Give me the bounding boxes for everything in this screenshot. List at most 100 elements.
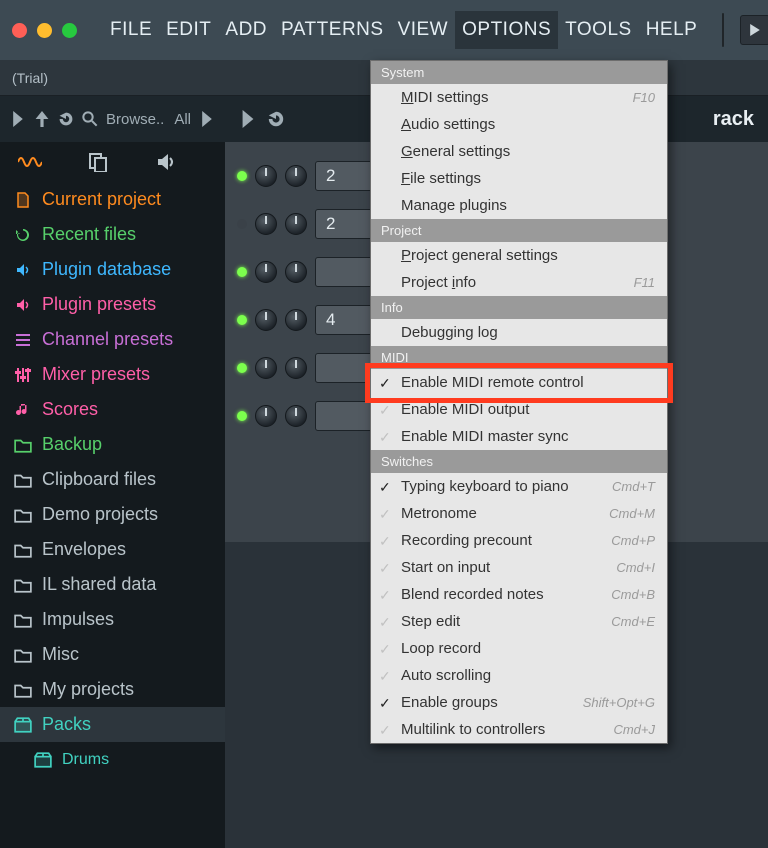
channel-volume-knob[interactable]: [285, 309, 307, 331]
menu-item-midi-settings[interactable]: MIDI settingsF10: [371, 84, 667, 111]
undo-icon[interactable]: [58, 111, 74, 127]
browser-item-demo-projects[interactable]: Demo projects: [0, 497, 225, 532]
menu-item-metronome[interactable]: MetronomeCmd+M: [371, 500, 667, 527]
play-button[interactable]: [740, 15, 768, 45]
browser-item-label: Packs: [42, 714, 91, 735]
channel-enable-led[interactable]: [237, 315, 247, 325]
menu-item-file-settings[interactable]: File settings: [371, 165, 667, 192]
browser-item-drums[interactable]: Drums: [0, 742, 225, 777]
channel-volume-knob[interactable]: [285, 261, 307, 283]
menu-item-enable-midi-remote-control[interactable]: Enable MIDI remote control: [371, 369, 667, 396]
channel-enable-led[interactable]: [237, 267, 247, 277]
browser-item-envelopes[interactable]: Envelopes: [0, 532, 225, 567]
waveform-icon[interactable]: [18, 152, 42, 172]
channel-pan-knob[interactable]: [255, 309, 277, 331]
copy-icon[interactable]: [86, 152, 110, 172]
browser-item-scores[interactable]: Scores: [0, 392, 225, 427]
search-icon[interactable]: [82, 111, 98, 127]
menu-item-blend-recorded-notes[interactable]: Blend recorded notesCmd+B: [371, 581, 667, 608]
browser-item-misc[interactable]: Misc: [0, 637, 225, 672]
browser-item-channel-presets[interactable]: Channel presets: [0, 322, 225, 357]
menu-file[interactable]: FILE: [103, 11, 159, 49]
menu-item-auto-scrolling[interactable]: Auto scrolling: [371, 662, 667, 689]
mode-pat[interactable]: PAT: [723, 14, 724, 30]
window-close-button[interactable]: [12, 23, 27, 38]
menu-item-shortcut: Cmd+P: [611, 533, 655, 548]
browser-item-impulses[interactable]: Impulses: [0, 602, 225, 637]
menu-item-enable-midi-output[interactable]: Enable MIDI output: [371, 396, 667, 423]
menu-item-audio-settings[interactable]: Audio settings: [371, 111, 667, 138]
browser-scope[interactable]: All: [174, 111, 191, 128]
menu-item-start-on-input[interactable]: Start on inputCmd+I: [371, 554, 667, 581]
chevron-right-icon[interactable]: [10, 111, 26, 127]
menu-item-shortcut: F11: [634, 275, 655, 290]
channel-volume-knob[interactable]: [285, 405, 307, 427]
browser-item-plugin-database[interactable]: Plugin database: [0, 252, 225, 287]
channel-pan-knob[interactable]: [255, 357, 277, 379]
browser-item-my-projects[interactable]: My projects: [0, 672, 225, 707]
note-icon: [14, 402, 32, 418]
menu-section-header: System: [371, 61, 667, 84]
channel-enable-led[interactable]: [237, 411, 247, 421]
menu-item-general-settings[interactable]: General settings: [371, 138, 667, 165]
channel-pan-knob[interactable]: [255, 261, 277, 283]
channel-pan-knob[interactable]: [255, 165, 277, 187]
menu-item-enable-midi-master-sync[interactable]: Enable MIDI master sync: [371, 423, 667, 450]
menu-options[interactable]: OPTIONS: [455, 11, 558, 49]
browser-item-packs[interactable]: Packs: [0, 707, 225, 742]
channel-enable-led[interactable]: [237, 363, 247, 373]
trial-label: (Trial): [12, 70, 48, 86]
menu-item-debugging-log[interactable]: Debugging log: [371, 319, 667, 346]
channel-volume-knob[interactable]: [285, 357, 307, 379]
browser-item-current-project[interactable]: Current project: [0, 182, 225, 217]
menu-item-label: Enable MIDI remote control: [401, 374, 584, 391]
channel-enable-led[interactable]: [237, 219, 247, 229]
browser-item-backup[interactable]: Backup: [0, 427, 225, 462]
menu-item-shortcut: Shift+Opt+G: [583, 695, 655, 710]
menu-item-loop-record[interactable]: Loop record: [371, 635, 667, 662]
check-icon: [379, 587, 393, 601]
menu-edit[interactable]: EDIT: [159, 11, 218, 49]
menu-item-label: Loop record: [401, 640, 481, 657]
browser-item-il-shared-data[interactable]: IL shared data: [0, 567, 225, 602]
mode-song[interactable]: SONG: [723, 30, 724, 46]
menu-item-recording-precount[interactable]: Recording precountCmd+P: [371, 527, 667, 554]
menu-tools[interactable]: TOOLS: [558, 11, 639, 49]
undo-icon[interactable]: [267, 110, 285, 128]
menu-item-project-general-settings[interactable]: Project general settings: [371, 242, 667, 269]
window-zoom-button[interactable]: [62, 23, 77, 38]
menu-item-step-edit[interactable]: Step editCmd+E: [371, 608, 667, 635]
speaker-icon[interactable]: [154, 152, 178, 172]
pat-song-toggle[interactable]: PAT SONG: [722, 13, 724, 47]
channel-volume-knob[interactable]: [285, 165, 307, 187]
menu-help[interactable]: HELP: [639, 11, 705, 49]
channel-pan-knob[interactable]: [255, 405, 277, 427]
menu-patterns[interactable]: PATTERNS: [274, 11, 391, 49]
menu-view[interactable]: VIEW: [391, 11, 456, 49]
browser-item-label: Mixer presets: [42, 364, 150, 385]
menu-item-project-info[interactable]: Project infoF11: [371, 269, 667, 296]
menu-item-typing-keyboard-to-piano[interactable]: Typing keyboard to pianoCmd+T: [371, 473, 667, 500]
channel-pan-knob[interactable]: [255, 213, 277, 235]
speaker-icon: [14, 297, 32, 313]
browser-item-clipboard-files[interactable]: Clipboard files: [0, 462, 225, 497]
menu-item-shortcut: Cmd+I: [616, 560, 655, 575]
menu-item-manage-plugins[interactable]: Manage plugins: [371, 192, 667, 219]
chevron-right-icon[interactable]: [239, 110, 257, 128]
channel-volume-knob[interactable]: [285, 213, 307, 235]
check-icon: [379, 722, 393, 736]
chevron-right-icon[interactable]: [199, 111, 215, 127]
menu-item-multilink-to-controllers[interactable]: Multilink to controllersCmd+J: [371, 716, 667, 743]
browser-item-plugin-presets[interactable]: Plugin presets: [0, 287, 225, 322]
browser-item-recent-files[interactable]: Recent files: [0, 217, 225, 252]
menu-item-enable-groups[interactable]: Enable groupsShift+Opt+G: [371, 689, 667, 716]
browser-item-label: Current project: [42, 189, 161, 210]
up-arrow-icon[interactable]: [34, 111, 50, 127]
check-icon: [379, 375, 393, 389]
browser-item-label: Drums: [62, 751, 109, 769]
browser-item-mixer-presets[interactable]: Mixer presets: [0, 357, 225, 392]
channel-enable-led[interactable]: [237, 171, 247, 181]
menu-add[interactable]: ADD: [218, 11, 274, 49]
window-minimize-button[interactable]: [37, 23, 52, 38]
menubar: FILEEDITADDPATTERNSVIEWOPTIONSTOOLSHELP …: [0, 0, 768, 60]
